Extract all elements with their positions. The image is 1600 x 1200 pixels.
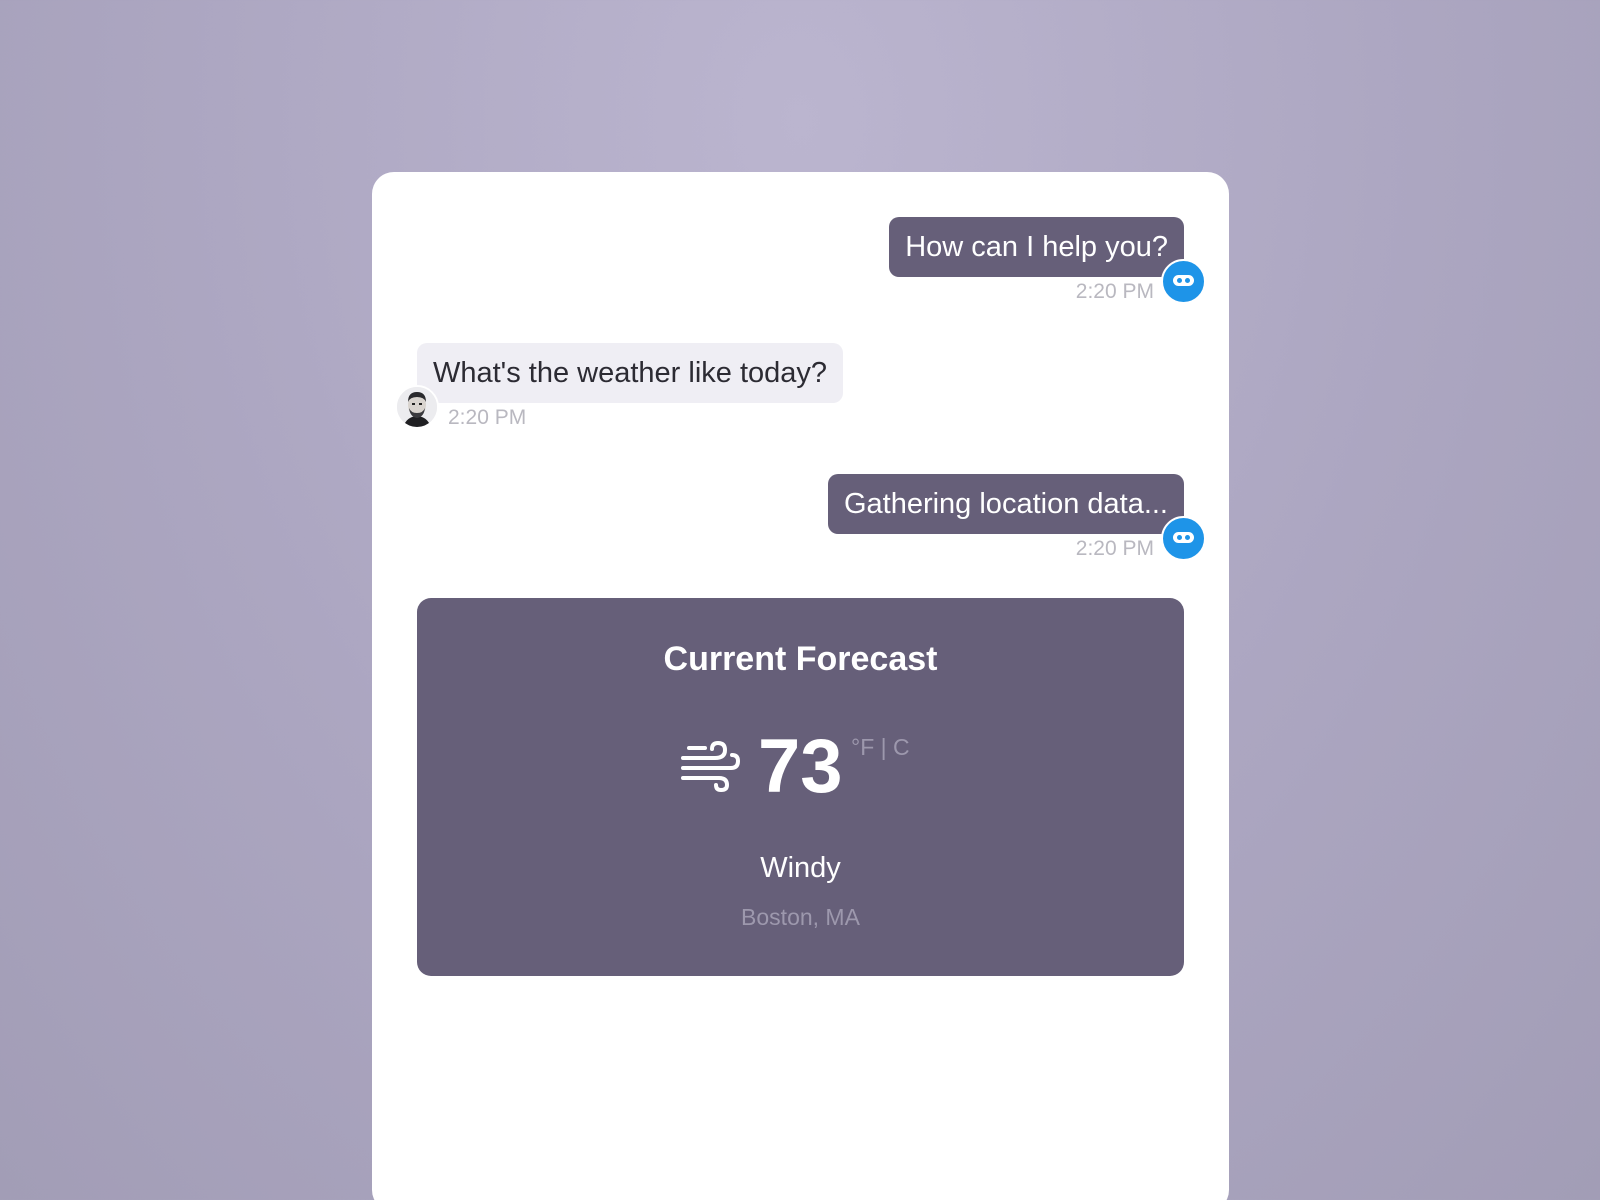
bot-visor [1173,532,1194,543]
message-timestamp: 2:20 PM [1075,537,1154,560]
user-photo-icon [397,387,437,427]
temperature-row: 73 °F | C [417,724,1184,809]
message-timestamp: 2:20 PM [448,406,527,429]
weather-forecast-card: Current Forecast 73 °F | C Windy Boston,… [417,598,1184,976]
temperature-value: 73 [758,724,843,809]
user-message-bubble: What's the weather like today? [417,343,844,403]
wind-icon [681,740,741,792]
chat-panel: How can I help you? 2:20 PM What's the w… [372,172,1229,1200]
temperature-unit-toggle[interactable]: °F | C [851,734,910,761]
message-timestamp: 2:20 PM [1075,280,1154,303]
bot-avatar-icon [1161,259,1206,304]
bot-avatar-icon [1161,516,1206,561]
bot-message-bubble: Gathering location data... [827,474,1184,534]
forecast-location: Boston, MA [741,904,860,930]
bot-message-bubble: How can I help you? [889,217,1184,277]
user-avatar [395,385,439,429]
forecast-title: Current Forecast [663,640,938,678]
weather-condition: Windy [760,852,841,884]
bot-visor [1173,275,1194,286]
